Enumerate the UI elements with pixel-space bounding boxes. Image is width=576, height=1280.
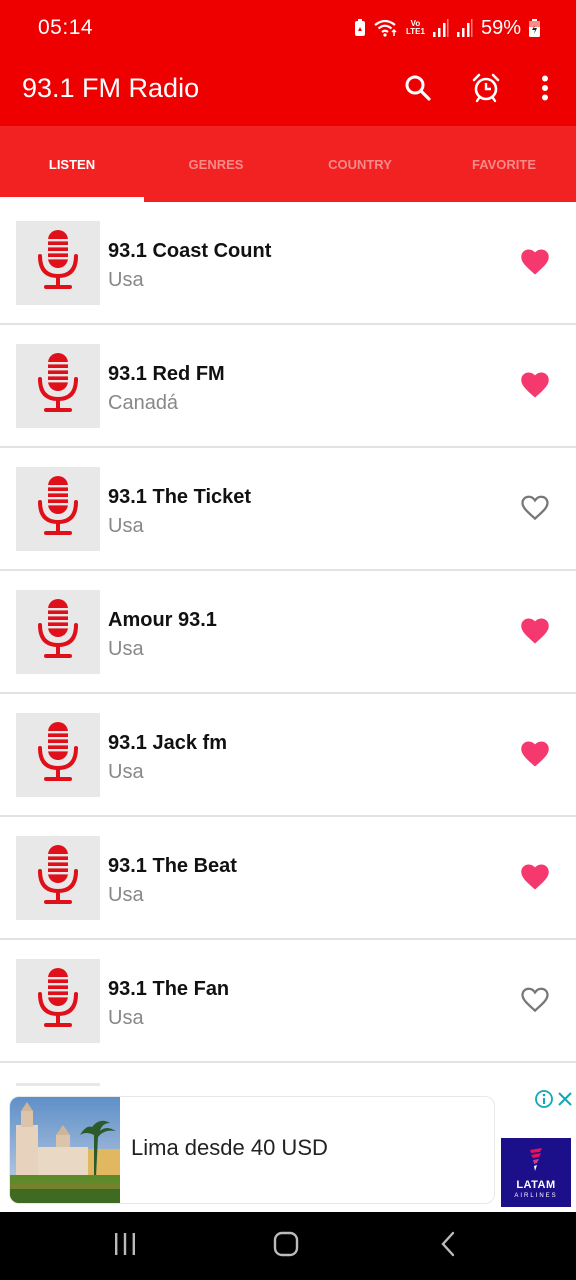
microphone-icon [36,352,80,420]
favorite-toggle[interactable] [516,491,554,529]
station-country: Usa [108,515,144,537]
advertiser-brand: LATAM [516,1179,556,1191]
station-row[interactable]: 93.1 Jack fm Usa [0,694,576,817]
station-country: Usa [108,269,144,291]
wifi-icon [374,18,398,38]
battery-percent: 59% [480,16,521,39]
station-name: 93.1 Coast Count [108,240,272,262]
app-title: 93.1 FM Radio [22,73,200,103]
back-icon [440,1231,456,1262]
ad-headline[interactable]: Lima desde 40 USD [131,1135,328,1161]
app-bar: 93.1 FM Radio [0,56,576,126]
station-thumbnail [16,221,100,305]
station-name: 93.1 The Fan [108,978,230,1000]
more-vert-icon [541,75,549,106]
ad-card[interactable]: Lima desde 40 USD [9,1096,495,1204]
station-country: Canadá [108,392,179,414]
alarm-clock-icon [471,73,501,108]
advertiser-logo[interactable]: LATAM AIRLINES [501,1138,571,1207]
station-list: 93.1 Coast Count Usa 93.1 Red FM Canadá [0,202,576,1093]
station-thumbnail [16,344,100,428]
home-icon [273,1231,299,1262]
station-thumbnail [16,467,100,551]
station-name: 93.1 The Beat [108,855,237,877]
signal-icon [432,19,449,37]
search-icon [404,74,432,107]
heart-filled-icon [520,248,550,281]
ad-info-icon[interactable] [534,1089,554,1109]
station-thumbnail [16,713,100,797]
home-button[interactable] [261,1226,311,1266]
heart-outline-icon [520,986,550,1019]
ad-close-icon[interactable] [556,1089,574,1109]
station-name: 93.1 The Ticket [108,486,252,508]
favorite-toggle[interactable] [516,368,554,406]
signal-icon [456,19,473,37]
station-thumbnail [16,836,100,920]
tab-favorite[interactable]: FAVORITE [432,126,576,202]
station-row[interactable]: Amour 93.1 Usa [0,571,576,694]
battery-saver-icon [354,19,366,37]
station-country: Usa [108,1007,144,1029]
station-row[interactable]: 93.1 The Fan Usa [0,940,576,1063]
status-icons: Vo LTE1 59% [354,14,540,42]
tab-genres[interactable]: GENRES [144,126,288,202]
ad-image[interactable] [10,1097,120,1203]
favorite-toggle[interactable] [516,614,554,652]
more-options-button[interactable] [525,70,565,110]
heart-filled-icon [520,371,550,404]
station-thumbnail [16,959,100,1043]
station-row[interactable]: 93.1 Red FM Canadá [0,325,576,448]
microphone-icon [36,229,80,297]
microphone-icon [36,598,80,666]
favorite-toggle[interactable] [516,245,554,283]
recent-apps-icon [113,1232,137,1261]
favorite-toggle[interactable] [516,860,554,898]
station-row[interactable]: 93.1 Coast Count Usa [0,202,576,325]
search-button[interactable] [398,70,438,110]
back-button[interactable] [423,1226,473,1266]
station-name: 93.1 Jack fm [108,732,227,754]
volte-icon: Vo LTE1 [406,19,425,36]
alarm-button[interactable] [466,70,506,110]
app-root: 05:14 Vo LTE1 59% 93.1 FM Radio LISTEN G… [0,0,576,1280]
station-country: Usa [108,638,144,660]
status-time: 05:14 [38,16,94,39]
station-thumbnail [16,590,100,674]
system-nav-bar [0,1212,576,1280]
station-row[interactable]: 93.1 The Beat Usa [0,817,576,940]
tab-bar: LISTEN GENRES COUNTRY FAVORITE [0,126,576,202]
microphone-icon [36,721,80,789]
battery-charging-icon [529,19,540,37]
station-country: Usa [108,761,144,783]
station-name: 93.1 Red FM [108,363,225,385]
favorite-toggle[interactable] [516,737,554,775]
advertiser-sub: AIRLINES [514,1193,558,1199]
heart-filled-icon [520,740,550,773]
heart-filled-icon [520,617,550,650]
microphone-icon [36,475,80,543]
heart-outline-icon [520,494,550,527]
ad-banner[interactable]: Lima desde 40 USD LATAM AIRLINES [0,1086,576,1212]
microphone-icon [36,967,80,1035]
tab-country[interactable]: COUNTRY [288,126,432,202]
station-country: Usa [108,884,144,906]
heart-filled-icon [520,863,550,896]
recent-apps-button[interactable] [100,1226,150,1266]
favorite-toggle[interactable] [516,983,554,1021]
station-row[interactable]: 93.1 The Ticket Usa [0,448,576,571]
microphone-icon [36,844,80,912]
station-name: Amour 93.1 [108,609,217,631]
tab-listen[interactable]: LISTEN [0,126,144,202]
status-bar: 05:14 Vo LTE1 59% [0,0,576,56]
